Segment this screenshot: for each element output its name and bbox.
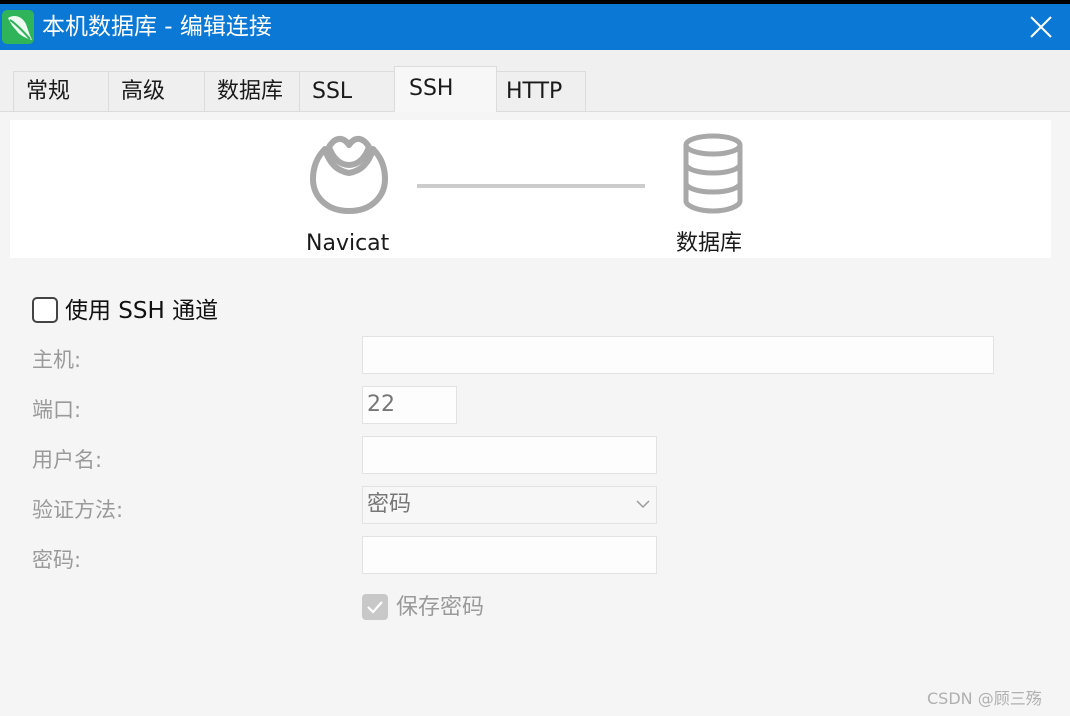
database-icon	[683, 133, 743, 214]
save-password-checkbox[interactable]	[362, 594, 388, 620]
auth-method-value: 密码	[367, 492, 412, 517]
navicat-leaf-icon	[2, 10, 34, 44]
tab-http[interactable]: HTTP	[496, 71, 586, 111]
navicat-icon	[310, 135, 388, 214]
title-bar-top-edge	[0, 0, 1070, 4]
save-password-label[interactable]: 保存密码	[396, 594, 484, 622]
tab-strip: 常规 高级 数据库 SSL SSH HTTP	[0, 50, 1070, 112]
close-button[interactable]	[1012, 6, 1070, 48]
tab-ssh[interactable]: SSH	[394, 66, 497, 112]
connection-line	[417, 184, 645, 188]
checkmark-icon	[367, 601, 383, 614]
auth-method-label: 验证方法:	[32, 498, 124, 522]
connection-diagram: Navicat 数据库	[10, 120, 1051, 258]
title-bar: 本机数据库 - 编辑连接	[0, 0, 1070, 50]
use-ssh-label[interactable]: 使用 SSH 通道	[65, 296, 218, 326]
window-title: 本机数据库 - 编辑连接	[42, 14, 272, 40]
tab-ssl[interactable]: SSL	[299, 71, 395, 111]
host-label: 主机:	[32, 348, 82, 372]
navicat-label: Navicat	[306, 231, 390, 256]
auth-method-select[interactable]: 密码	[362, 486, 657, 524]
password-input[interactable]	[362, 536, 657, 574]
password-label: 密码:	[32, 548, 82, 572]
close-icon	[1030, 16, 1052, 38]
chevron-down-icon	[636, 500, 650, 509]
tab-database[interactable]: 数据库	[204, 71, 300, 111]
host-input[interactable]	[362, 336, 994, 374]
username-label: 用户名:	[32, 448, 103, 472]
tab-advanced[interactable]: 高级	[108, 71, 205, 111]
username-input[interactable]	[362, 436, 657, 474]
watermark: CSDN @顾三殇	[927, 689, 1042, 708]
port-label: 端口:	[32, 398, 82, 422]
port-input[interactable]: 22	[362, 386, 457, 424]
use-ssh-checkbox[interactable]	[32, 297, 58, 323]
database-label: 数据库	[676, 231, 743, 256]
tab-general[interactable]: 常规	[13, 71, 109, 111]
